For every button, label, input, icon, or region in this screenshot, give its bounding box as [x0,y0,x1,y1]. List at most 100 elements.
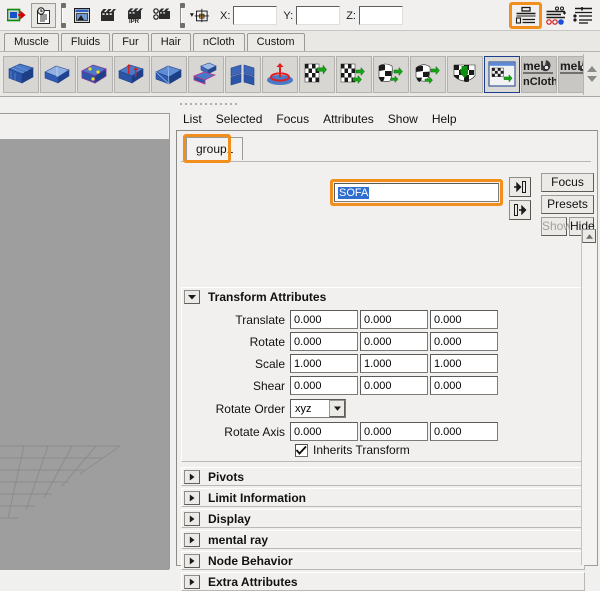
chevron-right-icon[interactable] [184,554,200,568]
chevron-right-icon[interactable] [184,575,200,589]
ncloth-preset-5-icon[interactable] [447,56,483,93]
editor-toggle-group [509,2,596,29]
shelf-scroll-up-icon[interactable] [587,66,597,72]
shelf-tab-muscle[interactable]: Muscle [4,33,59,51]
create-nparticle-emitter-icon[interactable] [262,56,298,93]
scale-z-input[interactable]: 1.000 [430,354,498,373]
section-pivots[interactable]: Pivots [181,467,585,486]
section-mental-ray[interactable]: mental ray [181,530,585,549]
shelf-scroll-arrows[interactable] [583,54,600,95]
section-display[interactable]: Display [181,509,585,528]
rotate-axis-x-input[interactable]: 0.000 [290,422,358,441]
shelf-icon-list: mel nCloth mel [0,54,583,95]
section-extra-attributes[interactable]: Extra Attributes [181,572,585,591]
section-node-behavior[interactable]: Node Behavior [181,551,585,570]
shear-xy-input[interactable]: 0.000 [290,376,358,395]
scale-y-input[interactable]: 1.000 [360,354,428,373]
shelf-tab-hair[interactable]: Hair [151,33,191,51]
point-to-surface-constraint-icon[interactable] [151,56,187,93]
rotate-order-select[interactable]: xyz [290,399,346,418]
ncloth-preset-4-icon[interactable] [410,56,446,93]
node-tab-group1[interactable]: group1 [186,137,243,160]
maya-window: IPR [0,0,600,569]
scrollbar-track[interactable] [582,243,596,565]
shelf-tab-bar: Muscle Fluids Fur Hair nCloth Custom [0,31,600,52]
show-hide-tool-settings-icon[interactable] [543,3,568,28]
menu-show[interactable]: Show [381,111,425,128]
attribute-editor-scrollbar[interactable] [581,229,596,565]
menu-selected[interactable]: Selected [209,111,270,128]
viewport-grid [0,380,169,540]
ncloth-preset-2-icon[interactable] [336,56,372,93]
inherits-transform-checkbox[interactable] [295,444,308,457]
next-node-icon[interactable] [509,200,531,220]
shear-yz-input[interactable]: 0.000 [430,376,498,395]
render-current-frame-icon[interactable] [96,3,121,28]
ipr-render-icon[interactable]: IPR [123,3,148,28]
shelf-tab-fluids[interactable]: Fluids [61,33,110,51]
menu-list[interactable]: List [176,111,209,128]
shelf-tab-custom[interactable]: Custom [247,33,305,51]
translate-z-input[interactable]: 0.000 [430,310,498,329]
chevron-right-icon[interactable] [184,470,200,484]
ncloth-display-current-mesh-icon[interactable] [484,56,520,93]
render-view-icon[interactable] [69,3,94,28]
show-hide-attribute-editor-icon[interactable] [512,5,539,26]
ncloth-preset-3-icon[interactable] [373,56,409,93]
translate-x-input[interactable]: 0.000 [290,310,358,329]
chevron-down-icon[interactable] [329,400,345,417]
menu-focus[interactable]: Focus [269,111,316,128]
chevron-down-icon[interactable] [184,290,200,304]
shelf-tab-ncloth[interactable]: nCloth [193,33,245,51]
menu-help[interactable]: Help [425,111,464,128]
mel-script-ncloth-icon[interactable]: mel nCloth [521,56,557,93]
coord-input-y[interactable] [296,6,340,25]
coord-input-x[interactable] [233,6,277,25]
section-title-limit-information: Limit Information [208,491,306,505]
rotate-axis-z-input[interactable]: 0.000 [430,422,498,441]
section-title-pivots: Pivots [208,470,244,484]
show-button[interactable]: Show [541,217,567,236]
rotate-order-label: Rotate Order [182,402,290,416]
shelf-scroll-down-icon[interactable] [587,76,597,82]
coord-input-z[interactable] [359,6,403,25]
ncloth-preset-1-icon[interactable] [299,56,335,93]
render-settings-icon[interactable] [150,3,175,28]
snap-transform-icon[interactable] [188,3,213,28]
rotate-axis-y-input[interactable]: 0.000 [360,422,428,441]
scale-x-input[interactable]: 1.000 [290,354,358,373]
shelf-tab-fur[interactable]: Fur [112,33,149,51]
create-passive-collider-icon[interactable] [40,56,76,93]
component-to-component-constraint-icon[interactable] [188,56,224,93]
transform-constraint-icon[interactable] [114,56,150,93]
menu-attributes[interactable]: Attributes [316,111,381,128]
rotate-y-input[interactable]: 0.000 [360,332,428,351]
presets-button[interactable]: Presets [541,195,594,214]
create-ncloth-constraint-icon[interactable] [77,56,113,93]
create-ncloth-icon[interactable] [3,56,39,93]
tearable-surface-icon[interactable] [225,56,261,93]
transform-name-input[interactable]: SOFA [334,183,499,202]
previous-node-icon[interactable] [509,177,531,197]
transform-attributes-header[interactable]: Transform Attributes [182,288,584,306]
rotate-x-input[interactable]: 0.000 [290,332,358,351]
shear-xz-input[interactable]: 0.000 [360,376,428,395]
section-limit-information[interactable]: Limit Information [181,488,585,507]
selection-mask-icon[interactable] [4,3,29,28]
attribute-editor-toggle-icon[interactable] [31,3,56,28]
chevron-right-icon[interactable] [184,491,200,505]
rotate-z-input[interactable]: 0.000 [430,332,498,351]
chevron-right-icon[interactable] [184,533,200,547]
svg-text:mel: mel [560,59,581,73]
show-hide-channel-box-icon[interactable] [570,3,595,28]
chevron-right-icon[interactable] [184,512,200,526]
perspective-viewport[interactable] [0,139,169,570]
scroll-up-icon[interactable] [582,229,596,243]
mel-script-icon[interactable]: mel [558,56,583,93]
coord-label-z: Z: [346,10,356,22]
shelf-icon-bar: mel nCloth mel [0,52,600,97]
inherits-transform-label: Inherits Transform [313,443,410,457]
translate-y-input[interactable]: 0.000 [360,310,428,329]
focus-button[interactable]: Focus [541,173,594,192]
attribute-editor-drag-handle[interactable] [180,99,590,107]
